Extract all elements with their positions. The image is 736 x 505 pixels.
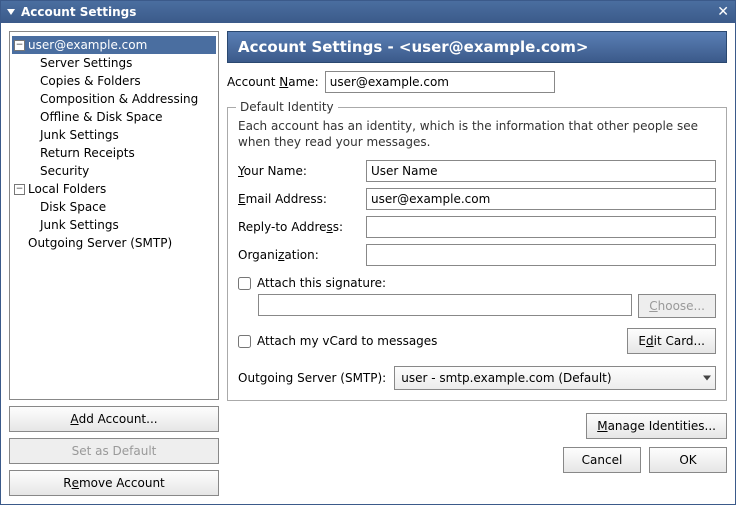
manage-identities-button[interactable]: Manage Identities... [586, 413, 727, 439]
tree-item-server-settings[interactable]: Server Settings [12, 54, 216, 72]
default-identity-group: Default Identity Each account has an ide… [227, 107, 727, 401]
attach-vcard-label: Attach my vCard to messages [257, 334, 437, 348]
account-name-label: Account Name: [227, 75, 319, 89]
fieldset-legend: Default Identity [236, 100, 338, 114]
attach-vcard-checkbox[interactable] [238, 335, 251, 348]
tree-label: Local Folders [28, 182, 106, 196]
choose-signature-button: Choose... [638, 294, 716, 318]
reply-to-input[interactable] [366, 216, 716, 238]
edit-card-button[interactable]: Edit Card... [627, 328, 716, 354]
email-label: Email Address: [238, 192, 360, 206]
tree-item-junk-local[interactable]: Junk Settings [12, 216, 216, 234]
panel-title: Account Settings - <user@example.com> [227, 31, 727, 63]
organization-label: Organization: [238, 248, 360, 262]
tree-item-receipts[interactable]: Return Receipts [12, 144, 216, 162]
tree-account-root[interactable]: − user@example.com [12, 36, 216, 54]
close-icon[interactable]: ✕ [717, 5, 729, 19]
tree-expander-icon[interactable]: − [14, 184, 25, 195]
tree-local-root[interactable]: − Local Folders [12, 180, 216, 198]
attach-signature-checkbox[interactable] [238, 277, 251, 290]
add-account-button[interactable]: Add Account... [9, 406, 219, 432]
tree-item-copies-folders[interactable]: Copies & Folders [12, 72, 216, 90]
cancel-button[interactable]: Cancel [563, 447, 641, 473]
reply-to-label: Reply-to Address: [238, 220, 360, 234]
identity-description: Each account has an identity, which is t… [238, 118, 716, 150]
your-name-input[interactable] [366, 160, 716, 182]
tree-expander-icon[interactable]: − [14, 40, 25, 51]
tree-label: Outgoing Server (SMTP) [28, 236, 172, 250]
account-name-input[interactable] [325, 71, 555, 93]
tree-item-security[interactable]: Security [12, 162, 216, 180]
email-input[interactable] [366, 188, 716, 210]
chevron-down-icon [703, 376, 711, 381]
outgoing-smtp-label: Outgoing Server (SMTP): [238, 371, 386, 385]
remove-account-button[interactable]: Remove Account [9, 470, 219, 496]
attach-signature-label: Attach this signature: [257, 276, 386, 290]
set-default-button: Set as Default [9, 438, 219, 464]
your-name-label: Your Name: [238, 164, 360, 178]
tree-label: user@example.com [28, 38, 147, 52]
account-tree[interactable]: − user@example.com Server Settings Copie… [9, 31, 219, 400]
window-title: Account Settings [21, 5, 136, 19]
tree-item-offline[interactable]: Offline & Disk Space [12, 108, 216, 126]
signature-path-input[interactable] [258, 294, 632, 316]
window-menu-icon[interactable] [7, 9, 15, 15]
ok-button[interactable]: OK [649, 447, 727, 473]
tree-smtp[interactable]: Outgoing Server (SMTP) [12, 234, 216, 252]
titlebar: Account Settings ✕ [1, 1, 735, 23]
tree-item-composition[interactable]: Composition & Addressing [12, 90, 216, 108]
outgoing-smtp-select[interactable]: user - smtp.example.com (Default) [394, 366, 716, 390]
select-value: user - smtp.example.com (Default) [401, 371, 611, 385]
organization-input[interactable] [366, 244, 716, 266]
tree-item-disk-space[interactable]: Disk Space [12, 198, 216, 216]
tree-item-junk[interactable]: Junk Settings [12, 126, 216, 144]
